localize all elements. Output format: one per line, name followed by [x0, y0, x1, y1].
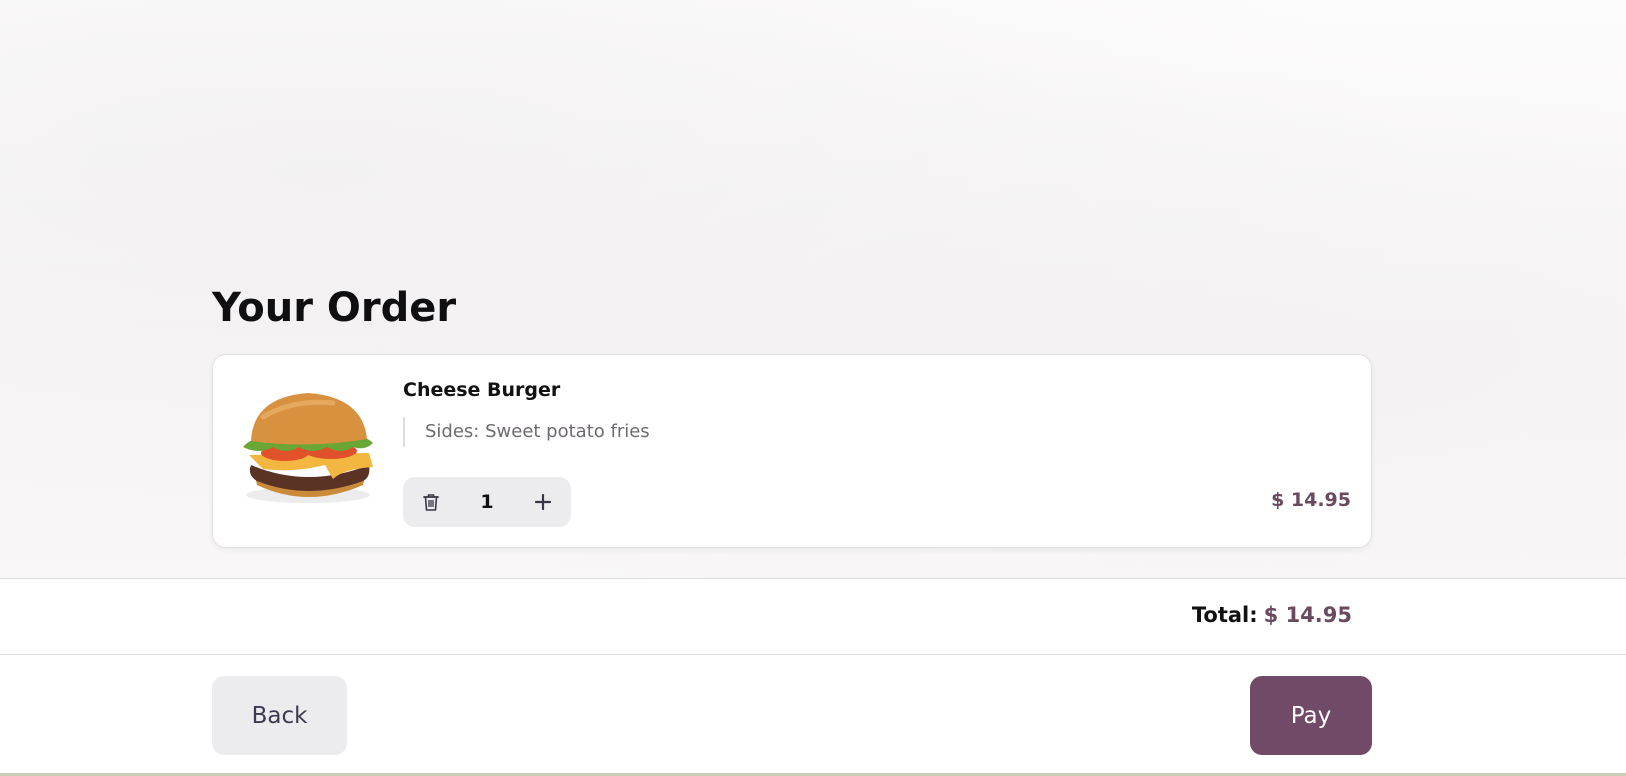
increase-quantity-button[interactable] — [529, 488, 557, 516]
pay-button[interactable]: Pay — [1250, 676, 1372, 755]
footer-actions: Back Pay — [0, 655, 1626, 775]
total-label: Total: — [1191, 603, 1258, 627]
back-button[interactable]: Back — [212, 676, 347, 755]
order-total: Total: $ 14.95 — [1192, 603, 1352, 627]
cheeseburger-image — [243, 393, 373, 503]
total-value: $ 14.95 — [1263, 603, 1352, 627]
delete-item-button[interactable] — [417, 488, 445, 516]
trash-icon — [423, 494, 439, 511]
item-modifier: Sides: Sweet potato fries — [403, 417, 650, 447]
quantity-stepper: 1 — [403, 477, 571, 527]
item-price: $ 14.95 — [1271, 489, 1351, 511]
total-bar: Total: $ 14.95 — [0, 578, 1626, 655]
item-name: Cheese Burger — [403, 379, 561, 401]
quantity-value: 1 — [480, 491, 494, 513]
plus-icon — [534, 493, 552, 511]
order-page: Your Order Cheese Burger Sides: Sweet po… — [0, 0, 1626, 776]
order-section: Your Order Cheese Burger Sides: Sweet po… — [212, 280, 1372, 548]
page-title: Your Order — [212, 285, 457, 331]
order-item-card: Cheese Burger Sides: Sweet potato fries … — [212, 354, 1372, 548]
